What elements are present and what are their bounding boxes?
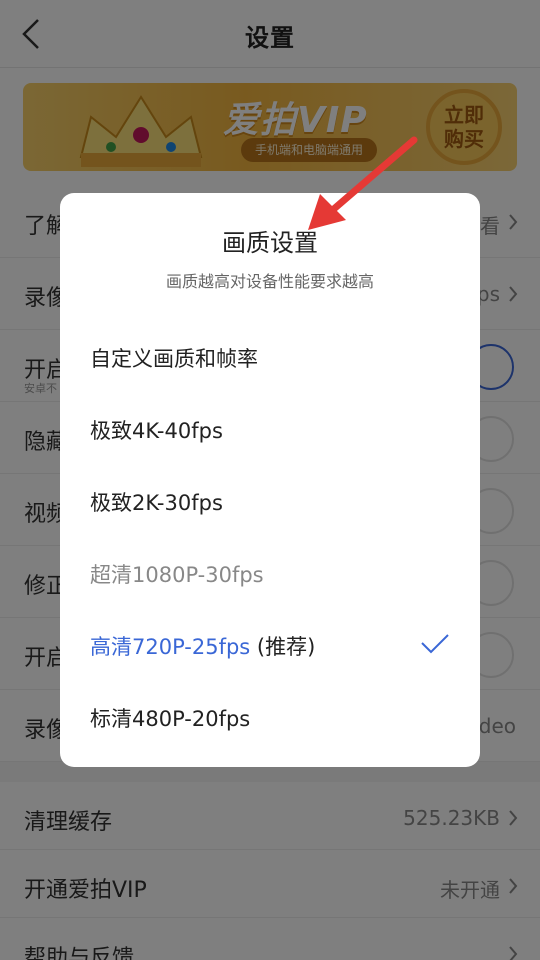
quality-option-label: 标清480P-20fps [90, 703, 250, 733]
quality-option-label: 极致4K-40fps [90, 415, 223, 445]
quality-option-text: 自定义画质和帧率 [90, 347, 258, 371]
quality-option-label: 极致2K-30fps [90, 487, 223, 517]
quality-option-text: 标清480P-20fps [90, 707, 251, 731]
quality-option-text: 极致2K-30fps [90, 491, 223, 515]
quality-option-label: 高清720P-25fps (推荐) [90, 631, 315, 661]
quality-option[interactable]: 极致4K-40fps [60, 393, 480, 465]
quality-option-label: 自定义画质和帧率 [90, 343, 258, 373]
red-arrow-annotation [308, 136, 418, 230]
dialog-subtitle: 画质越高对设备性能要求越高 [165, 272, 374, 291]
quality-option-text: 极致4K-40fps [90, 419, 223, 443]
quality-option-text: 高清720P-25fps [90, 635, 251, 659]
recommended-tag: (推荐) [250, 635, 316, 659]
quality-option[interactable]: 自定义画质和帧率 [60, 321, 480, 393]
quality-settings-dialog: 画质设置 画质越高对设备性能要求越高 自定义画质和帧率 极致4K-40fps 极致2… [60, 193, 480, 767]
quality-option[interactable]: 高清720P-25fps (推荐) [60, 609, 480, 681]
quality-option-text: 超清1080P-30fps [90, 563, 264, 587]
quality-option[interactable]: 超清1080P-30fps [60, 537, 480, 609]
quality-option[interactable]: 极致2K-30fps [60, 465, 480, 537]
checkmark-icon [421, 634, 449, 654]
quality-option-label: 超清1080P-30fps [90, 559, 264, 589]
quality-option[interactable]: 标清480P-20fps [60, 681, 480, 753]
